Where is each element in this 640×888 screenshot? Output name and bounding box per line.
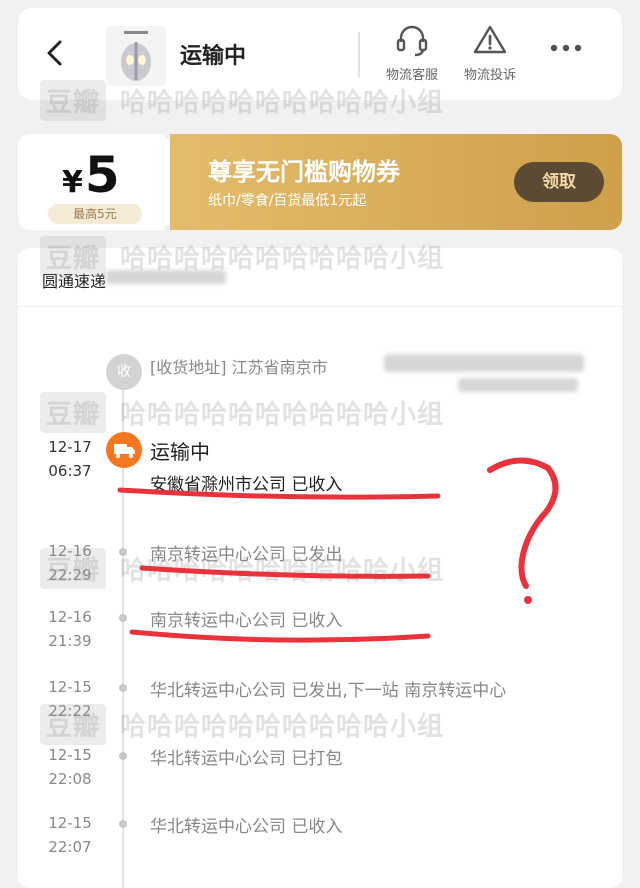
receiver-badge: 收 (106, 354, 142, 390)
coupon-offer-panel: 尊享无门槛购物券 纸巾/零食/百货最低1元起 领取 (170, 134, 622, 230)
claim-button[interactable]: 领取 (514, 162, 604, 202)
currency-symbol: ¥ (62, 165, 83, 200)
event-date: 12-15 (48, 678, 92, 696)
event-time: 22:08 (48, 770, 92, 788)
event-text: 华北转运中心公司 已打包 (150, 749, 343, 769)
event-time: 21:39 (48, 632, 92, 650)
product-figure-icon (106, 26, 166, 86)
redacted-address-1 (384, 354, 584, 372)
coupon-amount-value: 5 (84, 146, 120, 204)
headset-icon (396, 25, 428, 57)
more-options-icon[interactable] (548, 38, 584, 58)
timeline-dot (119, 820, 127, 828)
current-detail: 安徽省滁州市公司 已收入 (150, 475, 343, 495)
event-time: 22:07 (48, 838, 92, 856)
timeline-dot (119, 548, 127, 556)
warning-icon (473, 25, 507, 54)
receiver-address: [收货地址] 江苏省南京市 (150, 358, 328, 377)
logistics-complaint-button[interactable]: 物流投诉 (452, 22, 528, 83)
coupon-value-panel: ¥5 最高5元 (18, 134, 168, 230)
header-bar: 运输中 物流客服 物流投诉 (18, 8, 622, 100)
back-arrow-icon[interactable] (40, 38, 70, 68)
coupon-amount: ¥5 (62, 146, 120, 204)
coupon-subtitle: 纸巾/零食/百货最低1元起 (208, 193, 367, 209)
timeline-dot (119, 752, 127, 760)
carrier-name: 圆通速递 (42, 272, 107, 291)
event-text: 南京转运中心公司 已发出 (150, 545, 343, 565)
page-title: 运输中 (180, 44, 247, 69)
section-divider (18, 306, 622, 307)
event-time: 22:29 (48, 566, 92, 584)
timeline-dot (119, 614, 127, 622)
timeline-dot (119, 684, 127, 692)
redacted-tracking-number (106, 270, 226, 284)
product-thumbnail[interactable] (106, 26, 166, 86)
truck-icon (106, 432, 142, 468)
logistics-complaint-label: 物流投诉 (463, 68, 516, 83)
coupon-max-badge: 最高5元 (48, 204, 142, 224)
redacted-address-2 (458, 378, 578, 392)
current-time: 06:37 (48, 462, 92, 480)
event-date: 12-16 (48, 542, 92, 560)
current-date: 12-17 (48, 438, 92, 456)
event-date: 12-15 (48, 814, 92, 832)
logistics-service-button[interactable]: 物流客服 (374, 22, 450, 83)
event-date: 12-15 (48, 746, 92, 764)
event-time: 22:22 (48, 702, 92, 720)
event-text: 华北转运中心公司 已收入 (150, 817, 343, 837)
coupon-banner: ¥5 最高5元 尊享无门槛购物券 纸巾/零食/百货最低1元起 领取 (18, 134, 622, 230)
event-date: 12-16 (48, 608, 92, 626)
logistics-service-label: 物流客服 (385, 68, 438, 83)
current-status: 运输中 (150, 440, 210, 464)
event-text: 华北转运中心公司 已发出,下一站 南京转运中心 (150, 681, 507, 701)
header-divider (358, 32, 360, 78)
coupon-title: 尊享无门槛购物券 (208, 158, 400, 186)
event-text: 南京转运中心公司 已收入 (150, 611, 343, 631)
tracking-card: 圆通速递 收 [收货地址] 江苏省南京市 12-17 06:37 运输中 安徽省… (18, 248, 622, 888)
